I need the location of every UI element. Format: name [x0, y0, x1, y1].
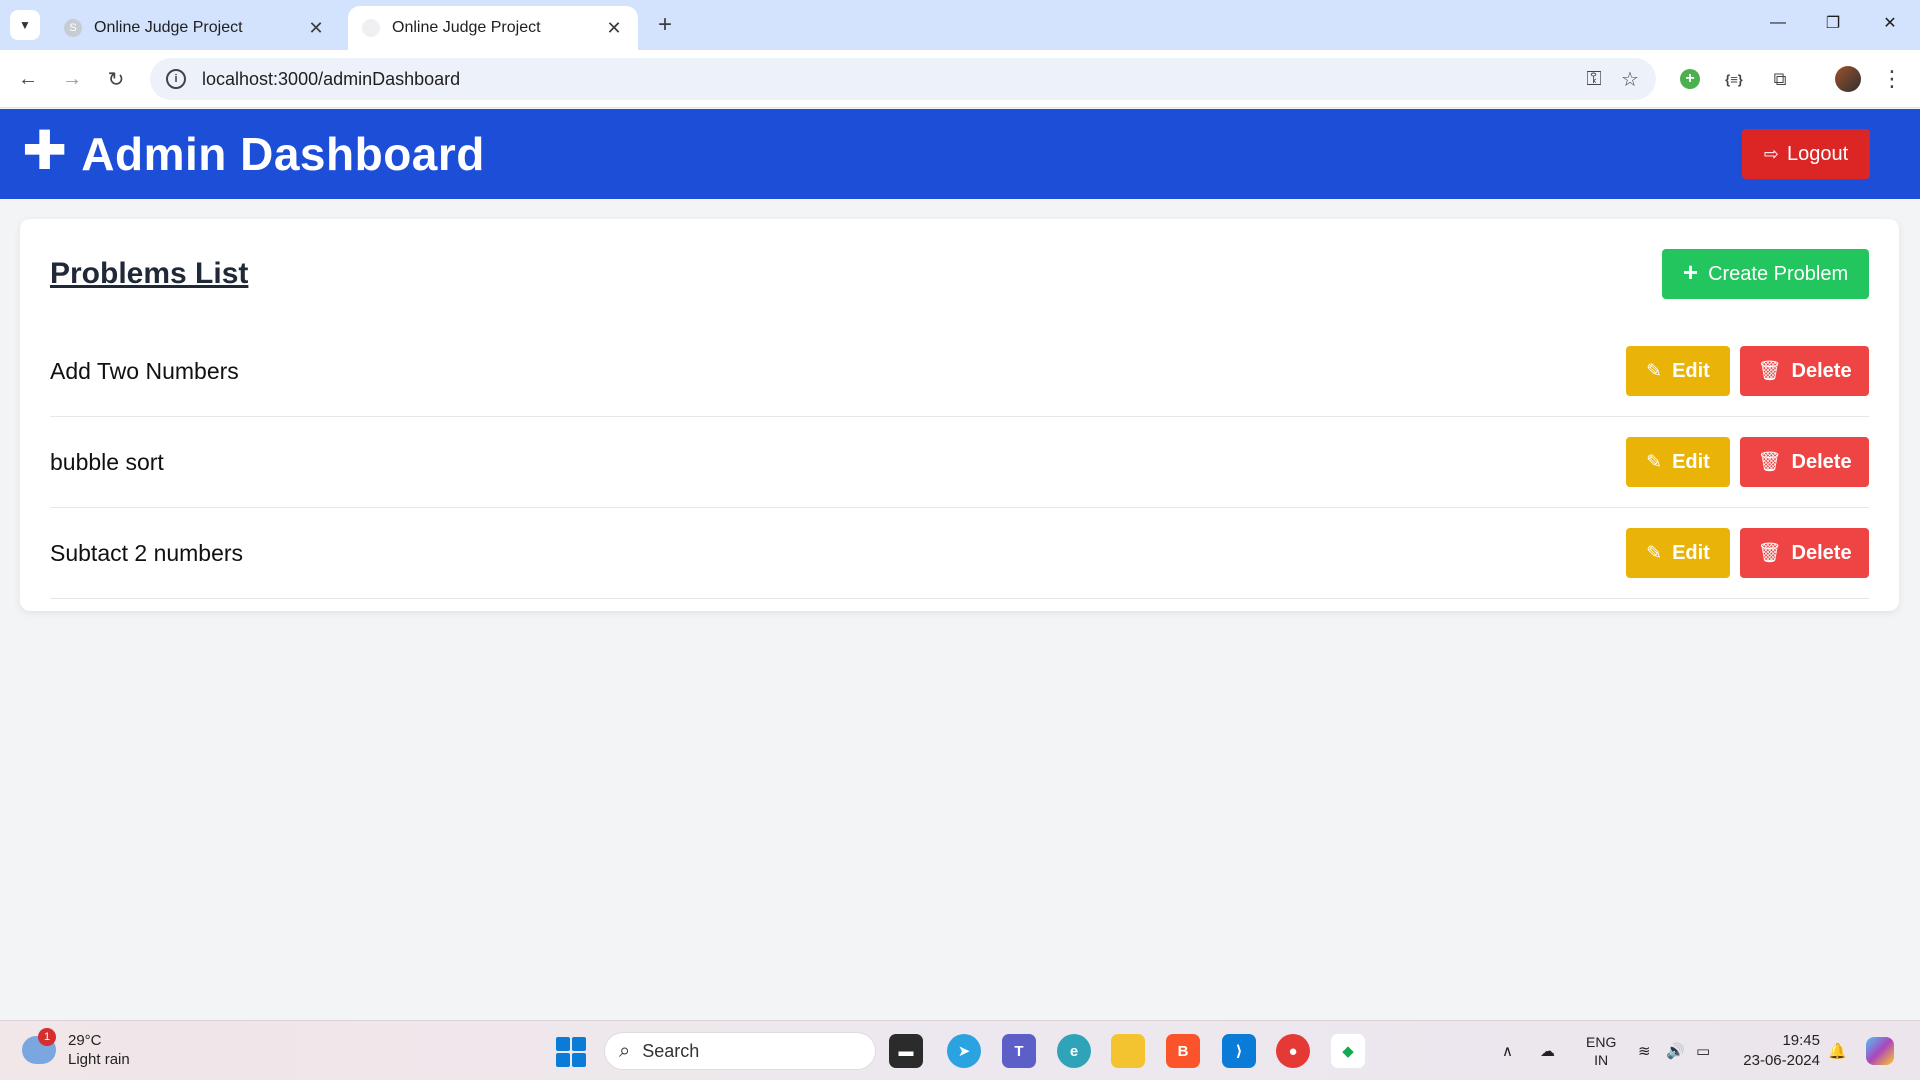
delete-button[interactable]: 🗑 Delete [1740, 437, 1869, 487]
edit-label: Edit [1672, 450, 1710, 473]
problems-card: Problems List + Create Problem Add Two N… [20, 219, 1899, 611]
edit-icon: ✎ [1646, 360, 1663, 382]
delete-label: Delete [1791, 541, 1852, 564]
password-key-icon[interactable]: ⚿ [1576, 61, 1612, 97]
trash-icon: 🗑 [1757, 361, 1782, 382]
mongodb-app-icon[interactable]: ◆ [1331, 1034, 1365, 1068]
battery-icon[interactable]: ▭ [1696, 1021, 1710, 1080]
brave-browser-icon[interactable]: B [1166, 1034, 1200, 1068]
forward-arrow-icon[interactable]: → [56, 63, 88, 95]
page-title: Admin Dashboard [81, 128, 485, 180]
edit-button[interactable]: ✎ Edit [1626, 346, 1730, 396]
edit-icon: ✎ [1646, 542, 1663, 564]
problem-row: Add Two Numbers ✎ Edit 🗑 Delete [50, 326, 1869, 417]
notification-bell-icon[interactable]: 🔔 [1828, 1021, 1847, 1080]
problem-name: bubble sort [50, 448, 164, 475]
onedrive-icon[interactable]: ☁ [1540, 1021, 1555, 1080]
profile-avatar[interactable] [1832, 63, 1864, 95]
vscode-app-icon[interactable]: ⟩ [1222, 1034, 1256, 1068]
windows-taskbar: 1 29°C Light rain ⌕ Search ▬ ➤ T e B ⟩ ●… [0, 1020, 1920, 1080]
taskbar-clock[interactable]: 19:45 23-06-2024 [1743, 1031, 1820, 1071]
browser-tab-bar: ▼ S Online Judge Project ✕ Online Judge … [0, 0, 1920, 50]
delete-label: Delete [1791, 450, 1852, 473]
delete-label: Delete [1791, 359, 1852, 382]
edge-browser-icon[interactable]: e [1057, 1034, 1091, 1068]
browser-toolbar: ← → ↻ i localhost:3000/adminDashboard ⚿ … [0, 50, 1920, 108]
clock-time: 19:45 [1782, 1032, 1820, 1049]
weather-widget[interactable]: 1 29°C Light rain [22, 1028, 130, 1069]
language-line1: ENG [1586, 1034, 1617, 1050]
show-hidden-icons[interactable]: ∧ [1502, 1021, 1513, 1080]
clock-date: 23-06-2024 [1743, 1052, 1820, 1069]
chrome-browser-icon[interactable]: ● [1276, 1034, 1310, 1068]
file-explorer-icon[interactable] [1111, 1034, 1145, 1068]
url-text[interactable]: localhost:3000/adminDashboard [202, 69, 1576, 90]
bookmark-star-icon[interactable]: ☆ [1612, 61, 1648, 97]
app-header: ✚ Admin Dashboard ⇨ Logout [0, 109, 1920, 199]
trash-icon: 🗑 [1757, 543, 1782, 564]
trash-icon: 🗑 [1757, 452, 1782, 473]
delete-button[interactable]: 🗑 Delete [1740, 346, 1869, 396]
new-tab-button[interactable]: + [650, 10, 680, 40]
chevron-down-icon: ▼ [19, 18, 31, 32]
tab-title: Online Judge Project [94, 19, 243, 36]
site-favicon-icon [362, 19, 380, 37]
close-window-icon[interactable]: ✕ [1872, 8, 1908, 38]
teams-app-icon[interactable]: T [1002, 1034, 1036, 1068]
edit-icon: ✎ [1646, 451, 1663, 473]
windows-start-icon[interactable] [556, 1037, 586, 1067]
sign-out-icon: ⇨ [1763, 143, 1779, 164]
problem-name: Add Two Numbers [50, 357, 239, 384]
reload-icon[interactable]: ↻ [100, 63, 132, 95]
telegram-app-icon[interactable]: ➤ [947, 1034, 981, 1068]
weather-condition: Light rain [68, 1051, 130, 1068]
rain-cloud-icon: 1 [22, 1028, 56, 1064]
close-tab-icon[interactable]: ✕ [306, 18, 326, 38]
edit-label: Edit [1672, 359, 1710, 382]
plus-icon: + [1682, 257, 1699, 287]
browser-tab-1[interactable]: S Online Judge Project ✕ [50, 6, 340, 50]
edit-button[interactable]: ✎ Edit [1626, 528, 1730, 578]
tab-title: Online Judge Project [392, 19, 541, 36]
plus-icon: ✚ [22, 121, 68, 181]
extension-green-icon[interactable]: + [1674, 63, 1706, 95]
create-problem-label: Create Problem [1708, 262, 1849, 285]
volume-icon[interactable]: 🔊 [1666, 1021, 1685, 1080]
search-icon: ⌕ [619, 1039, 631, 1062]
minimize-window-icon[interactable]: — [1760, 8, 1796, 38]
edit-label: Edit [1672, 541, 1710, 564]
delete-button[interactable]: 🗑 Delete [1740, 528, 1869, 578]
problem-row: Subtact 2 numbers ✎ Edit 🗑 Delete [50, 508, 1869, 599]
problem-row: bubble sort ✎ Edit 🗑 Delete [50, 417, 1869, 508]
temperature: 29°C [68, 1032, 102, 1049]
address-bar[interactable]: i localhost:3000/adminDashboard ⚿ ☆ [150, 58, 1656, 100]
back-arrow-icon[interactable]: ← [12, 63, 44, 95]
language-line2: IN [1594, 1052, 1609, 1068]
copilot-icon[interactable] [1866, 1021, 1894, 1080]
search-placeholder: Search [642, 1040, 700, 1061]
tab-search-button[interactable]: ▼ [10, 10, 40, 40]
problem-name: Subtact 2 numbers [50, 539, 244, 566]
problems-list-title: Problems List [50, 257, 249, 290]
site-info-icon[interactable]: i [166, 69, 186, 89]
site-favicon-icon: S [64, 19, 82, 37]
language-indicator[interactable]: ENG IN [1586, 1021, 1616, 1080]
close-tab-icon[interactable]: ✕ [604, 18, 624, 38]
taskbar-search[interactable]: ⌕ Search [604, 1032, 876, 1070]
logout-button[interactable]: ⇨ Logout [1742, 129, 1870, 179]
extension-braces-icon[interactable]: {≡} [1718, 63, 1750, 95]
logout-label: Logout [1786, 142, 1849, 165]
browser-tab-2[interactable]: Online Judge Project ✕ [348, 6, 638, 50]
wifi-icon[interactable]: ≋ [1638, 1021, 1651, 1080]
notification-badge: 1 [38, 1028, 56, 1046]
create-problem-button[interactable]: + Create Problem [1662, 249, 1869, 299]
edit-button[interactable]: ✎ Edit [1626, 437, 1730, 487]
browser-menu-icon[interactable]: ⋮ [1876, 63, 1908, 95]
extensions-puzzle-icon[interactable]: ⧉ [1764, 63, 1796, 95]
restore-window-icon[interactable]: ❐ [1815, 8, 1851, 38]
terminal-app-icon[interactable]: ▬ [889, 1034, 923, 1068]
